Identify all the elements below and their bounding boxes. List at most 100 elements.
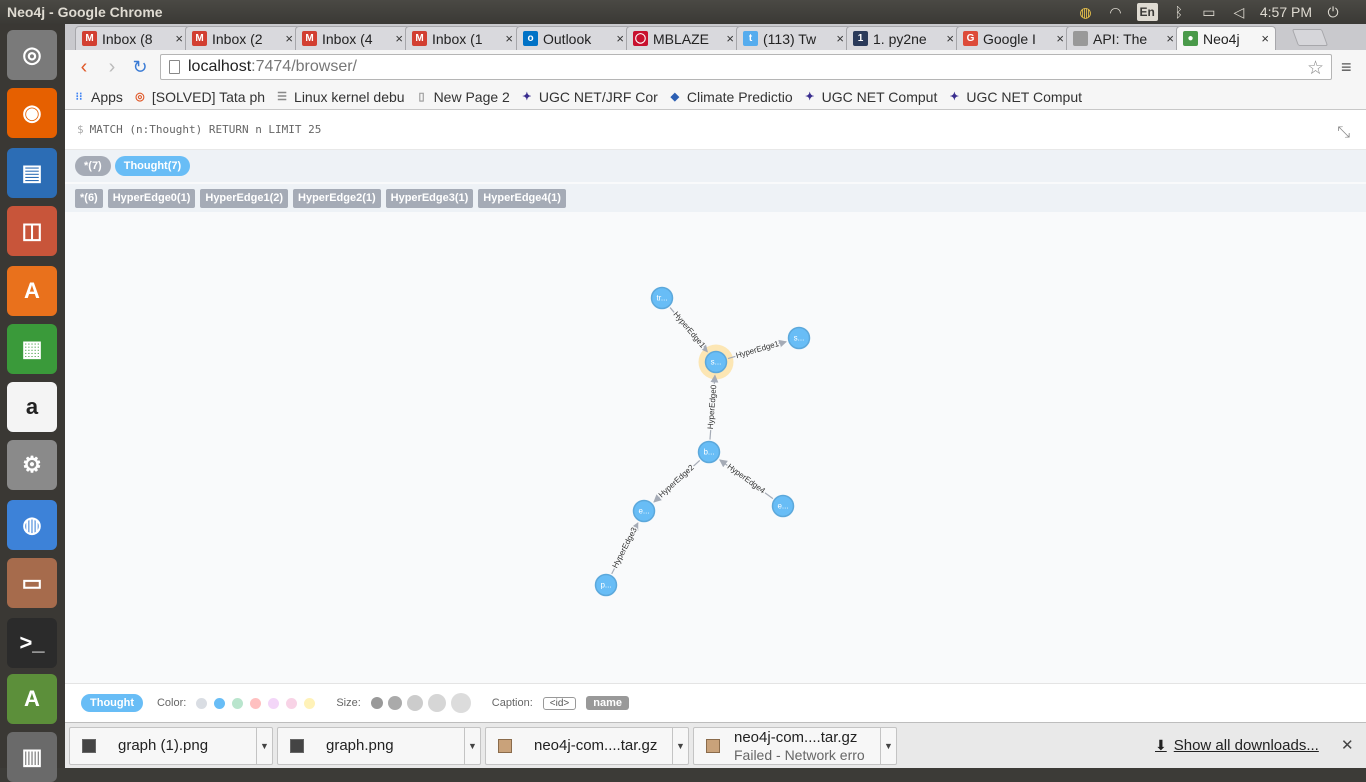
size-option-smallest[interactable]	[370, 697, 383, 709]
download-item[interactable]: neo4j-com....tar.gz Failed - Network erro…	[693, 727, 897, 765]
tab-close-icon[interactable]: ×	[616, 31, 624, 46]
tab-close-icon[interactable]: ×	[175, 31, 183, 46]
forward-icon[interactable]: ›	[101, 56, 123, 78]
bookmark-item[interactable]: ✦ UGC NET/JRF Cor	[520, 89, 658, 105]
tab-5[interactable]: o Outlook ×	[516, 26, 631, 50]
label-filter-pill[interactable]: Thought(7)	[114, 156, 191, 176]
launcher-amazon-icon[interactable]: a	[7, 382, 57, 432]
bookmark-item[interactable]: ✦ UGC NET Comput	[803, 89, 937, 105]
reload-icon[interactable]: ↻	[129, 56, 151, 78]
relationship-filter-pill[interactable]: HyperEdge1(2)	[200, 188, 289, 208]
tab-close-icon[interactable]: ×	[1056, 31, 1064, 46]
tab-2[interactable]: M Inbox (2 ×	[185, 26, 300, 50]
chrome-menu-icon[interactable]: ≡	[1341, 57, 1352, 78]
address-bar[interactable]: localhost:7474/browser/ ☆	[160, 54, 1332, 80]
launcher-trash-icon[interactable]: ▥	[7, 732, 57, 782]
color-swatch[interactable]	[268, 697, 280, 709]
power-icon[interactable]: ⏻	[1324, 3, 1342, 21]
graph-node[interactable]: b...	[697, 440, 721, 464]
launcher-chrome-icon[interactable]: ◍	[7, 500, 57, 550]
tab-1[interactable]: M Inbox (8 ×	[75, 26, 190, 50]
graph-canvas[interactable]: HyperEdge1 HyperEdge1 HyperEdge0 HyperEdge2…	[65, 215, 1366, 683]
graph-visualization[interactable]: HyperEdge1 HyperEdge1 HyperEdge0 HyperEdge2…	[65, 215, 1366, 683]
tab-10[interactable]: API: The ×	[1066, 26, 1181, 50]
query-frame-header[interactable]: $ MATCH (n:Thought) RETURN n LIMIT 25 ⤡	[65, 110, 1366, 150]
graph-node[interactable]: s...	[704, 350, 728, 374]
relationship-edge[interactable]: HyperEdge4	[719, 459, 774, 500]
color-swatch[interactable]	[304, 697, 316, 709]
graph-node[interactable]: s...	[787, 326, 811, 350]
bluetooth-icon[interactable]: ᛒ	[1170, 3, 1188, 21]
wifi-icon[interactable]: ◠	[1107, 3, 1125, 21]
launcher-impress-icon[interactable]: ◫	[7, 206, 57, 256]
graph-node[interactable]: p...	[594, 573, 618, 597]
volume-icon[interactable]: ◁	[1230, 3, 1248, 21]
graph-node[interactable]: tr...	[650, 286, 674, 310]
new-tab-button[interactable]	[1291, 29, 1329, 46]
relationship-filter-pill[interactable]: *(6)	[75, 188, 103, 208]
size-option-largest[interactable]	[450, 693, 471, 713]
tab-close-icon[interactable]: ×	[395, 31, 403, 46]
legend-label-pill[interactable]: Thought	[81, 694, 143, 712]
launcher-terminal-icon[interactable]: >_	[7, 618, 57, 668]
query-text[interactable]: MATCH (n:Thought) RETURN n LIMIT 25	[90, 123, 322, 136]
collapse-frame-icon[interactable]: ⤡	[1337, 122, 1350, 142]
size-option-small[interactable]	[387, 696, 402, 710]
bookmark-item[interactable]: ◆ Climate Predictio	[668, 89, 793, 105]
graph-node[interactable]: e...	[771, 494, 795, 518]
download-item[interactable]: neo4j-com....tar.gz ▼	[485, 727, 689, 765]
chrome-indicator-icon[interactable]: ◍	[1077, 3, 1095, 21]
tab-8[interactable]: 1 1. py2ne ×	[846, 26, 961, 50]
size-option-medium[interactable]	[406, 695, 423, 711]
launcher-calc-icon[interactable]: ▦	[7, 324, 57, 374]
relationship-filter-pill[interactable]: HyperEdge0(1)	[107, 188, 196, 208]
close-download-shelf-icon[interactable]: ✕	[1341, 736, 1354, 754]
download-menu-chevron-icon[interactable]: ▼	[880, 728, 896, 764]
relationship-filter-pill[interactable]: HyperEdge4(1)	[478, 188, 566, 208]
bookmark-item[interactable]: ◎ [SOLVED] Tata ph	[133, 89, 265, 105]
back-icon[interactable]: ‹	[73, 56, 95, 78]
tab-close-icon[interactable]: ×	[1261, 31, 1269, 46]
color-swatch[interactable]	[214, 697, 226, 709]
bookmark-item[interactable]: ▯ New Page 2	[415, 89, 510, 105]
download-item[interactable]: graph.png ▼	[277, 727, 481, 765]
keyboard-layout-indicator[interactable]: En	[1136, 3, 1158, 21]
caption-name-option[interactable]: name	[586, 696, 629, 710]
tab-3[interactable]: M Inbox (4 ×	[295, 26, 410, 50]
show-all-downloads-link[interactable]: ⬇ Show all downloads...	[1155, 737, 1319, 754]
launcher-writer-icon[interactable]: ▤	[7, 148, 57, 198]
color-swatch[interactable]	[286, 697, 298, 709]
relationship-edge[interactable]: HyperEdge1	[727, 337, 787, 362]
download-menu-chevron-icon[interactable]: ▼	[256, 728, 272, 764]
tab-close-icon[interactable]: ×	[946, 31, 954, 46]
color-swatch[interactable]	[232, 697, 244, 709]
color-swatch[interactable]	[196, 697, 208, 709]
tab-9[interactable]: G Google I ×	[956, 26, 1071, 50]
launcher-software-updater-icon[interactable]: A	[7, 674, 57, 724]
tab-7[interactable]: t (113) Tw ×	[736, 26, 851, 50]
tab-4[interactable]: M Inbox (1 ×	[405, 26, 520, 50]
clock[interactable]: 4:57 PM	[1260, 4, 1312, 20]
relationship-filter-pill[interactable]: HyperEdge3(1)	[385, 188, 474, 208]
bookmark-item[interactable]: ☰ Linux kernel debu	[275, 89, 404, 105]
bookmark-item[interactable]: ⁝⁝ Apps	[72, 89, 123, 105]
relationship-edge[interactable]: HyperEdge1	[669, 307, 709, 353]
graph-node[interactable]: e...	[632, 499, 656, 523]
download-menu-chevron-icon[interactable]: ▼	[464, 728, 480, 764]
color-swatch[interactable]	[250, 697, 262, 709]
battery-icon[interactable]: ▭	[1200, 3, 1218, 21]
bookmark-star-icon[interactable]: ☆	[1307, 57, 1324, 80]
tab-close-icon[interactable]: ×	[836, 31, 844, 46]
tab-11[interactable]: ● Neo4j ×	[1176, 26, 1276, 50]
launcher-firefox-icon[interactable]: ◉	[7, 88, 57, 138]
download-item[interactable]: graph (1).png ▼	[69, 727, 273, 765]
label-filter-pill[interactable]: *(7)	[75, 156, 111, 176]
bookmark-item[interactable]: ✦ UGC NET Comput	[947, 89, 1082, 105]
tab-close-icon[interactable]: ×	[505, 31, 513, 46]
tab-close-icon[interactable]: ×	[285, 31, 293, 46]
launcher-files-icon[interactable]: ▭	[7, 558, 57, 608]
relationship-edge[interactable]: HyperEdge0	[704, 374, 720, 440]
launcher-system-settings-icon[interactable]: ⚙	[7, 440, 57, 490]
relationship-edge[interactable]: HyperEdge2	[653, 459, 701, 503]
size-option-large[interactable]	[427, 694, 446, 712]
